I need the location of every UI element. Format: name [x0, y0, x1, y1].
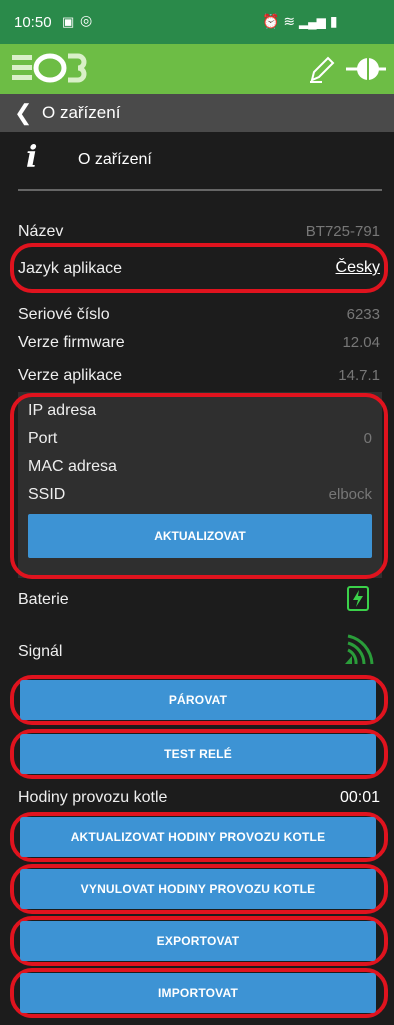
firmware-value: 12.04 — [342, 334, 380, 351]
app-version-value: 14.7.1 — [338, 367, 380, 384]
hours-label: Hodiny provozu kotle — [18, 789, 168, 806]
import-label: IMPORTOVAT — [158, 986, 238, 1000]
export-button[interactable]: EXPORTOVAT — [20, 921, 376, 961]
test-relay-label: TEST RELÉ — [164, 747, 232, 761]
signal-icon: ▂▄▆ — [298, 15, 326, 29]
status-time: 10:50 — [14, 14, 52, 31]
serial-label: Seriové číslo — [18, 306, 110, 323]
app-version-label: Verze aplikace — [18, 367, 123, 384]
plug-icon[interactable] — [346, 54, 386, 89]
update-hours-label: AKTUALIZOVAT HODINY PROVOZU KOTLE — [70, 830, 326, 844]
alarm-icon: ⏰ — [262, 13, 280, 29]
update-hours-button[interactable]: AKTUALIZOVAT HODINY PROVOZU KOTLE — [20, 817, 376, 857]
signal-strength-icon — [342, 634, 376, 673]
reset-hours-label: VYNULOVAT HODINY PROVOZU KOTLE — [80, 882, 316, 896]
signal-label: Signál — [18, 643, 63, 660]
serial-value: 6233 — [346, 306, 380, 323]
back-chevron-icon[interactable]: ❮ — [14, 100, 32, 126]
whatsapp-icon: ◎ — [80, 12, 93, 28]
edit-icon[interactable] — [308, 54, 336, 89]
name-value: BT725-791 — [305, 223, 380, 240]
battery-charging-icon — [346, 584, 370, 617]
brand-logo — [10, 50, 90, 94]
section-title: O zařízení — [78, 151, 152, 168]
pair-label: PÁROVAT — [168, 693, 228, 707]
import-button[interactable]: IMPORTOVAT — [20, 973, 376, 1013]
export-label: EXPORTOVAT — [156, 934, 240, 948]
pair-button[interactable]: PÁROVAT — [20, 680, 376, 720]
gallery-icon: ▣ — [62, 14, 75, 29]
wifi-icon: ≋ — [283, 13, 296, 29]
reset-hours-button[interactable]: VYNULOVAT HODINY PROVOZU KOTLE — [20, 869, 376, 909]
name-label: Název — [18, 223, 64, 240]
logo-graphic — [12, 53, 87, 83]
test-relay-button[interactable]: TEST RELÉ — [20, 734, 376, 774]
network-highlight — [10, 393, 388, 579]
section-divider — [18, 189, 382, 191]
info-icon: i — [26, 140, 38, 175]
language-label: Jazyk aplikace — [18, 260, 123, 277]
firmware-label: Verze firmware — [18, 334, 125, 351]
hours-value: 00:01 — [339, 789, 380, 806]
app-bar — [0, 44, 394, 94]
status-bar: 10:50 ▣ ◎ ⏰ ≋ ▂▄▆ ▮ — [0, 0, 394, 44]
nav-title: O zařízení — [42, 103, 121, 122]
battery-label: Baterie — [18, 591, 69, 608]
language-selector[interactable]: Česky — [336, 259, 380, 277]
system-icons: ⏰ ≋ ▂▄▆ ▮ — [262, 13, 338, 30]
battery-icon: ▮ — [329, 13, 338, 29]
nav-bar: ❮ O zařízení — [0, 94, 394, 132]
